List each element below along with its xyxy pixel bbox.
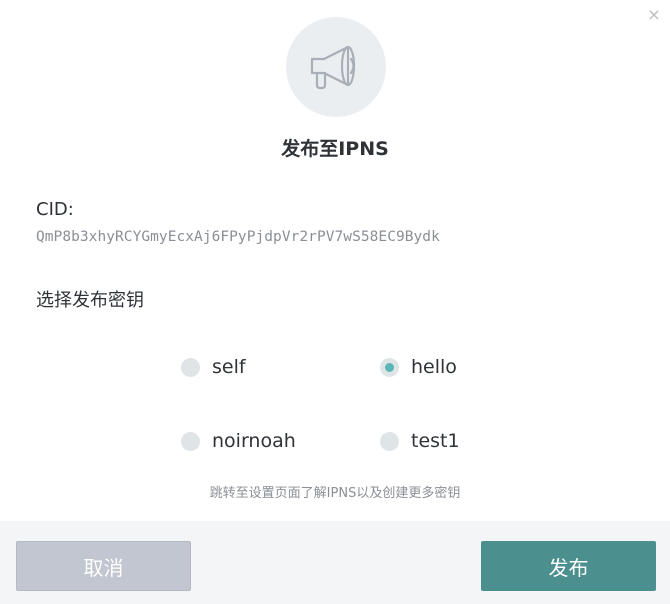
- dialog-footer: 取消 发布: [0, 521, 670, 604]
- close-icon[interactable]: ×: [647, 7, 661, 23]
- radio-button-checked[interactable]: [380, 357, 399, 377]
- key-option-label: hello: [411, 356, 457, 378]
- dialog-title: 发布至IPNS: [281, 138, 389, 160]
- cid-value: QmP8b3xhyRCYGmyEcxAj6FPyPjdpVr2rPV7wS58E…: [36, 229, 440, 245]
- radio-button[interactable]: [380, 431, 399, 451]
- radio-button[interactable]: [181, 431, 200, 451]
- settings-help-link[interactable]: 跳转至设置页面了解IPNS以及创建更多密钥: [0, 482, 670, 501]
- key-option-label: test1: [411, 430, 460, 452]
- cid-label: CID:: [36, 199, 74, 220]
- radio-button[interactable]: [181, 357, 200, 377]
- megaphone-icon: [286, 17, 386, 117]
- key-option-label: self: [212, 356, 246, 378]
- publish-button[interactable]: 发布: [481, 541, 656, 591]
- key-option-noirnoah[interactable]: noirnoah: [181, 430, 296, 452]
- cancel-button[interactable]: 取消: [16, 541, 191, 591]
- key-option-test1[interactable]: test1: [380, 430, 460, 452]
- key-option-label: noirnoah: [212, 430, 296, 452]
- publish-ipns-dialog: × 发布至IPNS CID: QmP8b3xhyRCYGmyEcxAj6FPyP…: [0, 0, 670, 604]
- choose-key-label: 选择发布密钥: [36, 290, 144, 311]
- key-option-self[interactable]: self: [181, 356, 246, 378]
- key-option-hello[interactable]: hello: [380, 356, 457, 378]
